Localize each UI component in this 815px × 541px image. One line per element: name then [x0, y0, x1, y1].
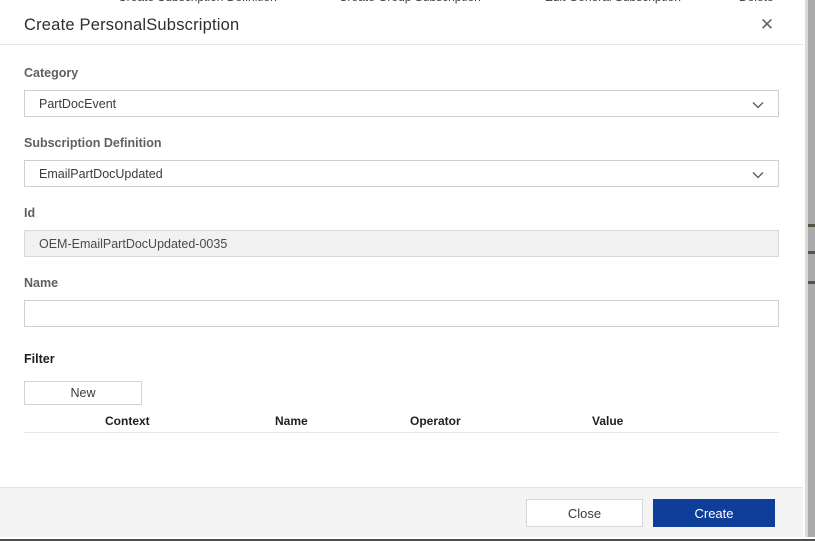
category-select[interactable]: PartDocEvent: [24, 90, 779, 117]
dialog-header: Create PersonalSubscription ✕: [0, 6, 803, 45]
background-toolbar-items: Create Subscription Definition Create Gr…: [0, 0, 774, 4]
dialog-title: Create PersonalSubscription: [24, 15, 240, 34]
name-label: Name: [24, 276, 59, 290]
column-header-context: Context: [105, 414, 150, 428]
create-button[interactable]: Create: [653, 499, 775, 527]
vertical-scrollbar[interactable]: [803, 0, 815, 537]
scrollbar-mark: [808, 251, 815, 254]
filter-table-header: Context Name Operator Value: [24, 409, 779, 433]
filter-section-label: Filter: [24, 352, 55, 366]
background-toolbar-item: Edit General Subscription: [545, 0, 681, 4]
column-header-value: Value: [592, 414, 624, 428]
id-field: [24, 230, 779, 257]
category-label: Category: [24, 66, 79, 80]
dialog-body: Category PartDocEvent Subscription Defin…: [0, 45, 803, 487]
page: Create Subscription Definition Create Gr…: [0, 0, 815, 541]
scrollbar-mark: [808, 224, 815, 227]
background-toolbar-item: Create Subscription Definition: [118, 0, 277, 4]
scrollbar-mark: [808, 281, 815, 284]
column-header-operator: Operator: [410, 414, 461, 428]
subscription-definition-select[interactable]: EmailPartDocUpdated: [24, 160, 779, 187]
subscription-definition-label: Subscription Definition: [24, 136, 162, 150]
background-toolbar-item: Create Group Subscription: [339, 0, 481, 4]
dialog-footer: Close Create: [0, 487, 803, 537]
new-filter-button[interactable]: New: [24, 381, 142, 405]
id-label: Id: [24, 206, 36, 220]
subscription-definition-select-value: EmailPartDocUpdated: [39, 166, 163, 181]
close-button[interactable]: Close: [526, 499, 643, 527]
background-toolbar-item: Delete: [739, 0, 774, 4]
chevron-down-icon: [751, 168, 765, 185]
close-icon[interactable]: ✕: [755, 13, 779, 37]
name-field[interactable]: [24, 300, 779, 327]
category-select-value: PartDocEvent: [39, 96, 117, 111]
chevron-down-icon: [751, 98, 765, 115]
column-header-name: Name: [275, 414, 308, 428]
